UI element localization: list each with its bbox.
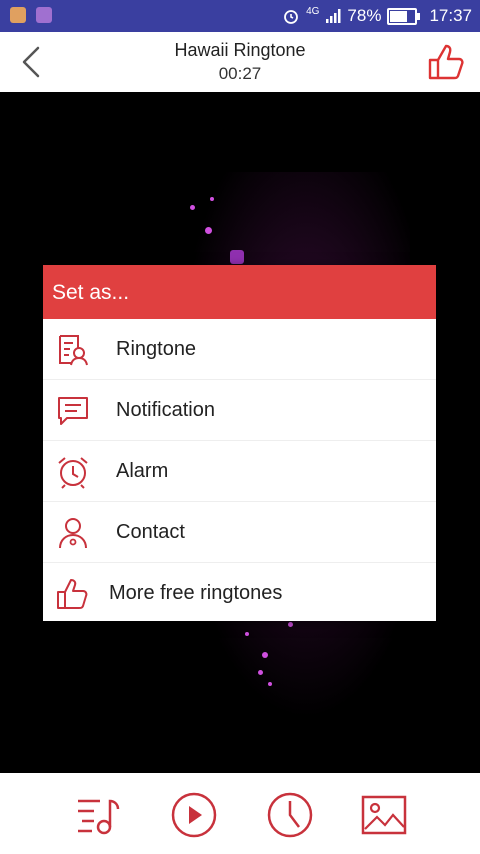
alarm-status-icon [284, 10, 298, 24]
app-notification-icon [36, 7, 52, 23]
app-notification-icon [10, 7, 26, 23]
option-label: Alarm [116, 460, 169, 482]
option-more-free-ringtones[interactable]: More free ringtones [43, 563, 436, 623]
thumbs-up-icon [57, 579, 88, 609]
ringtone-duration: 00:27 [218, 64, 262, 83]
clock-icon[interactable] [266, 791, 314, 839]
option-notification[interactable]: Notification [43, 380, 436, 441]
alarm-icon [58, 457, 88, 489]
like-button[interactable] [424, 40, 468, 84]
play-icon[interactable] [170, 791, 218, 839]
status-bar: 4G 78% 17:37 [0, 0, 480, 32]
clock: 17:37 [429, 6, 472, 25]
set-as-dialog: Set as... Ringtone Notification Alarm Co… [43, 265, 436, 621]
contact-icon [59, 518, 87, 549]
notification-icon [58, 397, 88, 425]
option-label: Notification [116, 399, 215, 421]
ringtone-icon [59, 335, 88, 366]
bottom-toolbar [0, 773, 480, 854]
dialog-title: Set as... [43, 265, 436, 319]
battery-icon [387, 7, 421, 25]
signal-icon [326, 9, 341, 23]
ringtone-title: Hawaii Ringtone [174, 40, 306, 60]
option-alarm[interactable]: Alarm [43, 441, 436, 502]
header: Hawaii Ringtone 00:27 [0, 32, 480, 92]
playlist-icon[interactable] [74, 791, 122, 839]
image-icon[interactable] [360, 791, 408, 839]
option-contact[interactable]: Contact [43, 502, 436, 563]
option-ringtone[interactable]: Ringtone [43, 319, 436, 380]
option-label: More free ringtones [109, 582, 283, 604]
option-label: Ringtone [116, 338, 197, 360]
network-type: 4G [306, 6, 320, 17]
option-label: Contact [116, 521, 185, 543]
battery-percent: 78% [347, 6, 382, 25]
